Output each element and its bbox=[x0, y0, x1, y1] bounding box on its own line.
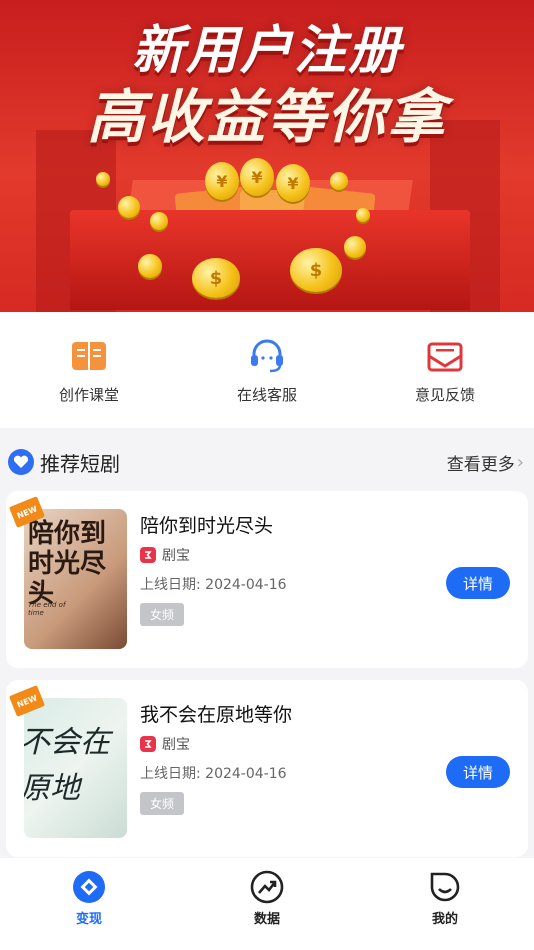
details-button[interactable]: 详情 bbox=[446, 756, 510, 788]
quick-item-course[interactable]: 创作课堂 bbox=[19, 336, 159, 405]
coin-icon bbox=[356, 208, 370, 222]
coin-icon bbox=[150, 212, 168, 230]
see-more-label: 查看更多 bbox=[446, 454, 515, 475]
quick-item-label: 创作课堂 bbox=[58, 385, 119, 404]
release-date: 上线日期: 2024-04-16 bbox=[140, 766, 287, 782]
drama-title: 我不会在原地等你 bbox=[140, 704, 293, 726]
section-title: 推荐短剧 bbox=[40, 451, 120, 476]
coin-icon bbox=[138, 254, 162, 278]
coin-icon: ¥ bbox=[276, 164, 310, 202]
cover-title-art: 不会在原地 bbox=[24, 725, 110, 806]
quick-item-feedback[interactable]: 意见反馈 bbox=[375, 336, 515, 405]
platform-logo-icon bbox=[140, 736, 156, 752]
platform-name: 剧宝 bbox=[162, 548, 190, 564]
coin-icon bbox=[330, 172, 348, 190]
bottom-tab-bar: 变现 数据 我的 bbox=[0, 858, 534, 950]
platform-logo-icon bbox=[140, 547, 156, 563]
coin-icon bbox=[96, 172, 110, 186]
genre-tag: 女频 bbox=[140, 792, 185, 815]
platform-name: 剧宝 bbox=[162, 737, 190, 753]
section-header: 推荐短剧 查看更多 › bbox=[0, 440, 534, 484]
chevron-right-icon: › bbox=[516, 451, 524, 473]
coin-icon bbox=[344, 236, 366, 258]
drama-title: 陪你到时光尽头 bbox=[140, 515, 274, 537]
tab-label: 变现 bbox=[75, 912, 102, 927]
tab-data[interactable]: 数据 bbox=[207, 870, 327, 950]
details-button[interactable]: 详情 bbox=[446, 567, 510, 599]
mail-icon bbox=[427, 342, 463, 371]
coin-icon: ¥ bbox=[240, 158, 274, 196]
banner-title-line2: 高收益等你拿 bbox=[86, 83, 447, 151]
see-more-link[interactable]: 查看更多 › bbox=[447, 450, 524, 475]
cover-title-art: 陪你到时光尽头 bbox=[28, 519, 107, 609]
drama-platform: 剧宝 bbox=[140, 734, 190, 754]
quick-item-label: 意见反馈 bbox=[414, 385, 475, 404]
promo-banner[interactable]: 新用户注册 高收益等你拿 ¥ ¥ ¥ $ $ bbox=[0, 0, 534, 312]
monetize-icon bbox=[73, 871, 105, 903]
release-date: 上线日期: 2024-04-16 bbox=[140, 577, 287, 593]
drama-cover: 不会在原地 bbox=[24, 698, 127, 838]
profile-icon bbox=[430, 872, 460, 902]
drama-card[interactable]: NEW 陪你到时光尽头 The end of time 陪你到时光尽头 剧宝 上… bbox=[6, 491, 528, 668]
quick-item-support[interactable]: 在线客服 bbox=[197, 336, 337, 405]
tab-label: 数据 bbox=[253, 912, 280, 927]
trend-icon bbox=[250, 870, 284, 904]
cover-subtitle-art: The end of time bbox=[28, 601, 66, 617]
coin-icon bbox=[118, 196, 140, 218]
tab-profile[interactable]: 我的 bbox=[385, 870, 505, 950]
heart-icon bbox=[8, 449, 34, 475]
coin-icon: ¥ bbox=[205, 162, 239, 200]
headset-icon bbox=[251, 339, 283, 372]
drama-platform: 剧宝 bbox=[140, 545, 190, 565]
drama-card[interactable]: NEW 不会在原地 我不会在原地等你 剧宝 上线日期: 2024-04-16 女… bbox=[6, 680, 528, 857]
book-icon bbox=[72, 341, 106, 370]
gift-box bbox=[70, 210, 470, 310]
quick-item-label: 在线客服 bbox=[236, 385, 297, 404]
genre-tag: 女频 bbox=[140, 603, 185, 626]
coin-icon: $ bbox=[290, 248, 342, 292]
drama-cover: 陪你到时光尽头 The end of time bbox=[24, 509, 127, 649]
tab-label: 我的 bbox=[431, 912, 458, 927]
quick-menu: 创作课堂 在线客服 意见反馈 bbox=[0, 312, 534, 428]
coin-icon: $ bbox=[192, 258, 240, 298]
tab-monetize[interactable]: 变现 bbox=[29, 870, 149, 950]
